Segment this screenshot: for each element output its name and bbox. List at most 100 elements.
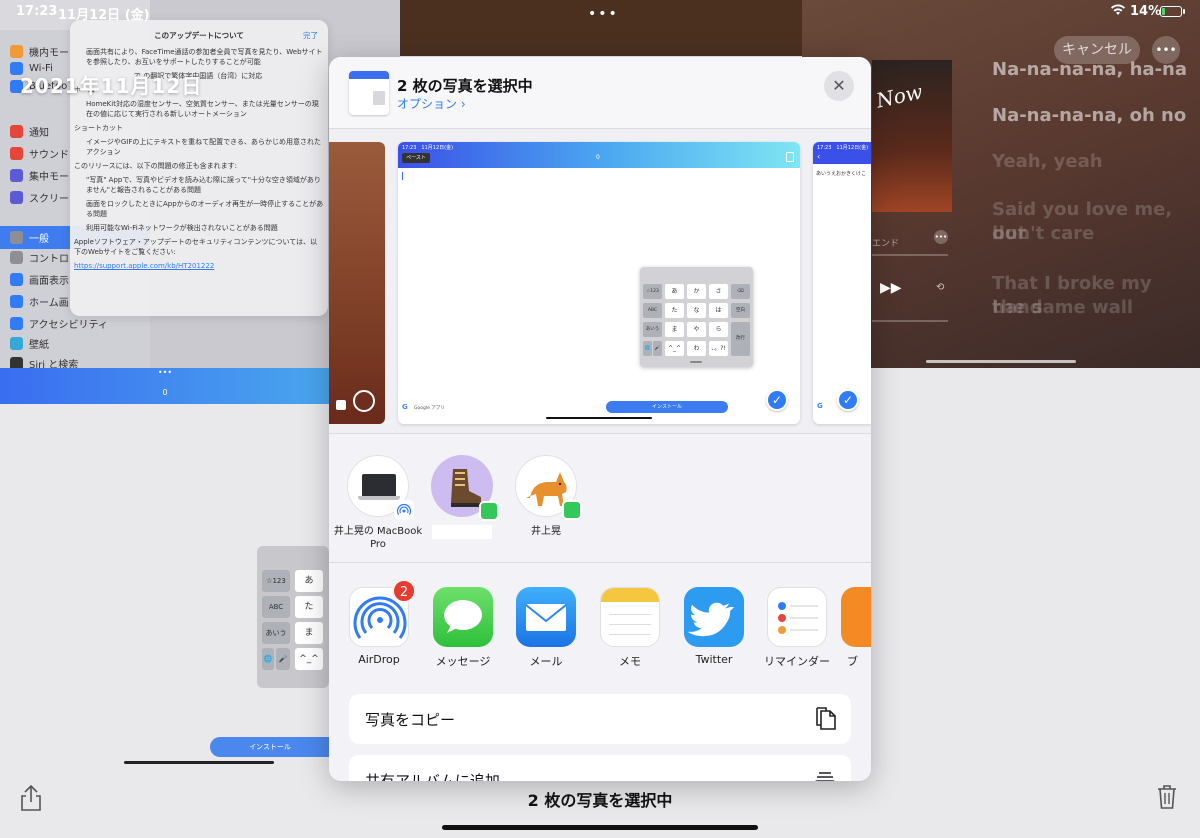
keyboard-key: ま bbox=[295, 622, 323, 644]
multitask-dots[interactable]: ••• bbox=[0, 368, 330, 377]
notes-icon bbox=[600, 587, 660, 647]
preview-key: か bbox=[687, 284, 706, 299]
preview-key: ⌫ bbox=[731, 284, 750, 299]
app-airdrop[interactable]: 2 AirDrop bbox=[339, 579, 419, 666]
preview-key: た bbox=[665, 303, 684, 318]
preview-key: 、。?! bbox=[709, 341, 728, 356]
update-link[interactable]: https://support.apple.com/kb/HT201222 bbox=[74, 261, 324, 271]
preview-key: 🌐 bbox=[643, 341, 652, 356]
preview-key: ^_^ bbox=[665, 341, 684, 356]
keyboard-key: あいう bbox=[262, 622, 290, 644]
status-time: 17:23 bbox=[16, 4, 58, 19]
home-indicator[interactable] bbox=[442, 825, 758, 830]
app-notes[interactable]: メモ bbox=[590, 587, 670, 669]
share-sheet-header: 2 枚の写真を選択中 オプション › ✕ bbox=[329, 57, 871, 129]
photo-preview-carousel[interactable]: 17:23 11月12日(金) ペースト 0 ☆123 あ か さ ⌫ ABC … bbox=[329, 129, 871, 434]
person-contact-hiking[interactable] bbox=[417, 455, 507, 539]
update-line: 画面共有により、FaceTime通話の参加者全員で写真を見たり、Webサイトを参… bbox=[86, 48, 323, 66]
wifi-icon bbox=[1110, 3, 1126, 21]
macbook-avatar bbox=[347, 455, 414, 520]
status-bar: 17:23 11月12日 (金) 14% bbox=[0, 0, 1200, 24]
photo-preview-selected-2[interactable]: 17:23 11月12日(金) ‹ あいうえおかきくけこ G bbox=[813, 142, 871, 424]
preview-topbar: 17:23 11月12日(金) ‹ bbox=[813, 142, 871, 164]
google-logo-icon: G bbox=[402, 403, 408, 411]
repeat-icon[interactable]: ⟲ bbox=[936, 282, 944, 293]
preview-key: あ bbox=[665, 284, 684, 299]
update-line: 利用可能なWi-Fiネットワークが検出されないことがある問題 bbox=[86, 224, 278, 232]
person-macbook[interactable]: 井上晃の MacBook Pro bbox=[333, 455, 423, 551]
app-books[interactable]: ブ bbox=[831, 587, 871, 669]
fast-forward-icon[interactable]: ▶▶ bbox=[880, 280, 902, 296]
preview-paste-label: ペースト bbox=[402, 153, 430, 163]
preview-counter: 0 bbox=[596, 154, 600, 161]
twitter-icon bbox=[684, 587, 744, 647]
background-home-indicator bbox=[124, 761, 274, 764]
messages-icon bbox=[433, 587, 493, 647]
preview-key: や bbox=[687, 322, 706, 337]
chevron-right-icon: › bbox=[460, 97, 466, 111]
lyric-line: don't care bbox=[992, 223, 1095, 244]
options-label: オプション bbox=[397, 97, 458, 111]
photo-preview-unselected[interactable] bbox=[329, 142, 385, 424]
person-name: 井上晃 bbox=[531, 526, 561, 537]
app-reminders[interactable]: リマインダー bbox=[757, 587, 837, 669]
app-label: AirDrop bbox=[358, 653, 400, 666]
sidebar-item: 壁紙 bbox=[10, 336, 49, 351]
google-logo-icon: G bbox=[817, 402, 823, 410]
mail-icon bbox=[516, 587, 576, 647]
update-done-button[interactable]: 完了 bbox=[303, 30, 318, 41]
preview-home-indicator bbox=[546, 417, 652, 419]
preview-key: ら bbox=[709, 322, 728, 337]
copy-icon bbox=[813, 706, 837, 732]
messages-badge-icon bbox=[562, 500, 582, 520]
trash-icon[interactable] bbox=[1156, 784, 1178, 810]
battery-icon bbox=[1160, 6, 1182, 17]
action-label: 共有アルバムに追加 bbox=[365, 772, 500, 781]
update-line: イメージやGIFの上にテキストを重ねて配置できる、あらかじめ用意されたアクション bbox=[86, 138, 322, 156]
google-app-label: Google アプリ bbox=[414, 406, 445, 411]
photo-preview-selected[interactable]: 17:23 11月12日(金) ペースト 0 ☆123 あ か さ ⌫ ABC … bbox=[398, 142, 800, 424]
track-more-icon[interactable]: ••• bbox=[934, 230, 948, 244]
selected-check-icon[interactable]: ✓ bbox=[766, 389, 788, 411]
preview-share-icon bbox=[786, 152, 794, 162]
update-line: "写真" Appで、写真やビデオを読み込む際に誤って"十分な空き領域がありません… bbox=[86, 176, 321, 194]
playback-progress[interactable] bbox=[872, 254, 948, 256]
airdrop-count-badge: 2 bbox=[392, 579, 416, 603]
keyboard-key: あ bbox=[295, 570, 323, 592]
add-to-shared-album-action[interactable]: 共有アルバムに追加 bbox=[349, 755, 851, 781]
app-messages[interactable]: メッセージ bbox=[423, 587, 503, 669]
sidebar-item: サウンド bbox=[10, 146, 69, 161]
background-date: 2021年11月12日 bbox=[20, 74, 203, 98]
keyboard-key: ^_^ bbox=[295, 648, 323, 670]
app-mail[interactable]: メール bbox=[506, 587, 586, 669]
person-inoue[interactable]: 井上晃 bbox=[501, 455, 591, 538]
preview-install-button: インストール bbox=[606, 401, 728, 413]
lyric-line: Yeah, yeah bbox=[992, 151, 1103, 172]
preview-key: ABC bbox=[643, 303, 662, 318]
volume-slider[interactable] bbox=[872, 320, 948, 322]
share-sheet-title: 2 枚の写真を選択中 bbox=[397, 77, 533, 95]
app-label: Twitter bbox=[695, 653, 733, 666]
preview-status-text: 17:23 11月12日(金) bbox=[402, 145, 454, 151]
preview-status-text: 17:23 11月12日(金) bbox=[817, 145, 869, 151]
close-button[interactable]: ✕ bbox=[824, 71, 854, 101]
options-link[interactable]: オプション › bbox=[397, 95, 466, 112]
sidebar-item: コントロ bbox=[10, 250, 69, 265]
status-date: 11月12日 (金) bbox=[58, 8, 150, 23]
selection-circle-icon[interactable] bbox=[353, 390, 375, 412]
lyric-line: Na-na-na-na, oh no bbox=[992, 105, 1187, 126]
photo-type-icon bbox=[336, 400, 346, 410]
person-name: 井上晃の MacBook Pro bbox=[333, 526, 423, 550]
update-line: 画面をロックしたときにAppからのオーディオ再生が一時停止することがある問題 bbox=[86, 200, 324, 218]
app-twitter[interactable]: Twitter bbox=[674, 587, 754, 666]
books-icon bbox=[841, 587, 871, 647]
selected-check-icon[interactable]: ✓ bbox=[837, 389, 859, 411]
update-panel-title: このアップデートについて bbox=[154, 31, 244, 40]
action-label: 写真をコピー bbox=[365, 711, 456, 729]
preview-key: ☆123 bbox=[643, 284, 662, 299]
update-line: ショートカット bbox=[74, 124, 123, 132]
preview-keyboard: ☆123 あ か さ ⌫ ABC た な は 空白 あいう ま や ら 改行 🌐… bbox=[640, 267, 753, 367]
copy-photos-action[interactable]: 写真をコピー bbox=[349, 694, 851, 744]
preview-key: 改行 bbox=[731, 322, 750, 356]
preview-key: は bbox=[709, 303, 728, 318]
